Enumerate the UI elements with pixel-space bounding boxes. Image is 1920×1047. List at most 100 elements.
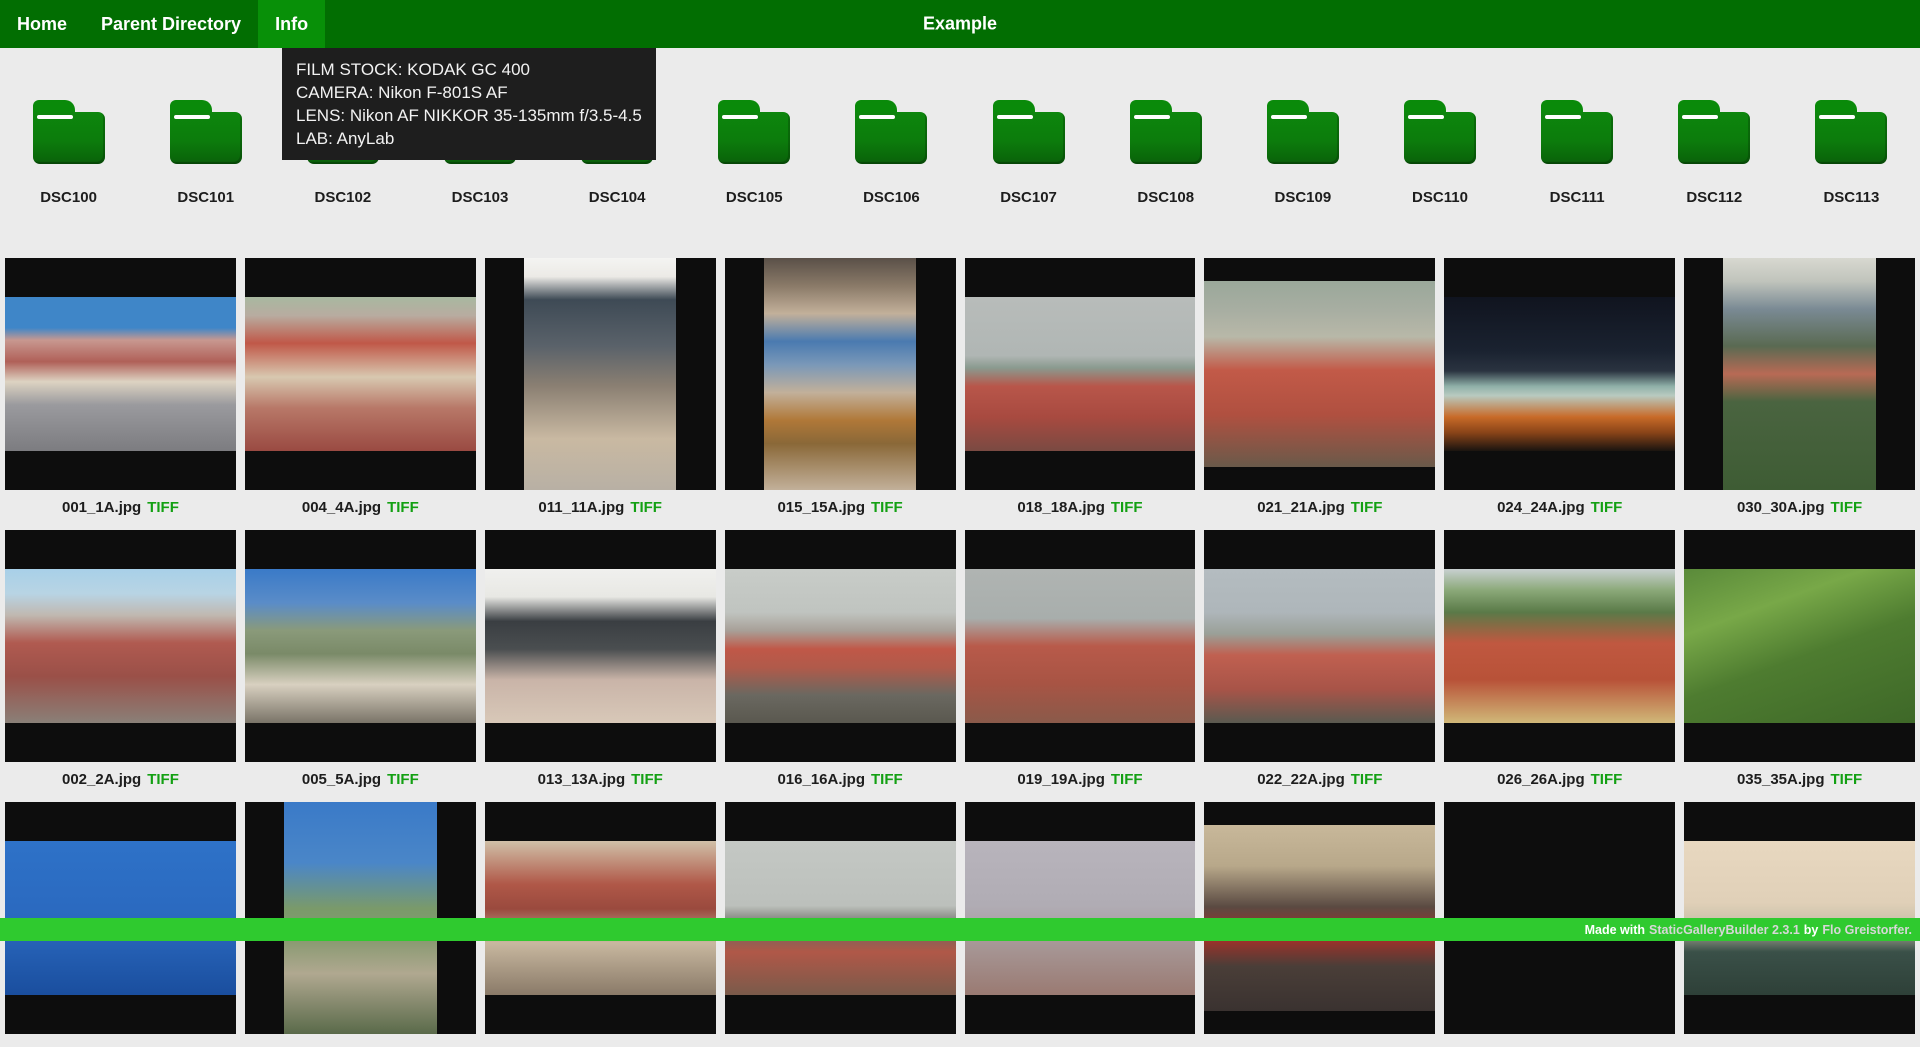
folder-icon — [855, 100, 927, 164]
folder-icon-body — [1404, 112, 1476, 164]
photo-image — [1204, 281, 1435, 467]
photo-thumbnail-004_4A[interactable] — [245, 258, 476, 490]
tiff-link-005_5A[interactable]: TIFF — [387, 771, 419, 788]
photo-thumbnail-005_5A[interactable] — [245, 530, 476, 762]
nav-item-home[interactable]: Home — [0, 0, 84, 48]
photo-image — [1723, 258, 1875, 490]
folder-icon-body — [170, 112, 242, 164]
photo-filename: 030_30A.jpg — [1737, 499, 1825, 516]
photo-thumbnail-011_11A[interactable] — [485, 258, 716, 490]
tiff-link-011_11A[interactable]: TIFF — [630, 499, 662, 516]
folder-DSC101[interactable]: DSC101 — [137, 100, 274, 206]
photo-cell-030_30A: 030_30A.jpg TIFF — [1684, 258, 1915, 530]
tiff-link-022_22A[interactable]: TIFF — [1351, 771, 1383, 788]
photo-cell-002_2A: 002_2A.jpgTIFF — [5, 530, 236, 802]
photo-cell-013_13A: 013_13A.jpg TIFF — [485, 530, 716, 802]
tiff-link-001_1A[interactable]: TIFF — [147, 499, 179, 516]
tiff-link-018_18A[interactable]: TIFF — [1111, 499, 1143, 516]
photo-cell-019_19A: 019_19A.jpgTIFF — [965, 530, 1196, 802]
folder-icon — [718, 100, 790, 164]
photo-thumbnail-035_35A[interactable] — [1684, 530, 1915, 762]
photo-image — [245, 569, 476, 722]
photo-filename: 016_16A.jpg — [777, 771, 865, 788]
photo-filename: 022_22A.jpg — [1257, 771, 1345, 788]
photo-filename: 026_26A.jpg — [1497, 771, 1585, 788]
folder-label: DSC102 — [315, 189, 372, 206]
tiff-link-015_15A[interactable]: TIFF — [871, 499, 903, 516]
tiff-link-035_35A[interactable]: TIFF — [1831, 771, 1863, 788]
nav-item-info[interactable]: Info — [258, 0, 325, 48]
photo-thumbnail-021_21A[interactable] — [1204, 258, 1435, 490]
photo-thumbnail-015_15A[interactable] — [725, 258, 956, 490]
folder-DSC111[interactable]: DSC111 — [1509, 100, 1646, 206]
photo-filename: 013_13A.jpg — [538, 771, 626, 788]
photo-filename: 021_21A.jpg — [1257, 499, 1345, 516]
tiff-link-002_2A[interactable]: TIFF — [147, 771, 179, 788]
folder-label: DSC103 — [452, 189, 509, 206]
photo-thumbnail-022_22A[interactable] — [1204, 530, 1435, 762]
photo-thumbnail-002_2A[interactable] — [5, 530, 236, 762]
photo-thumbnail-018_18A[interactable] — [965, 258, 1196, 490]
photo-cell-018_18A: 018_18A.jpgTIFF — [965, 258, 1196, 530]
photo-image — [965, 297, 1196, 450]
folder-DSC106[interactable]: DSC106 — [823, 100, 960, 206]
photo-thumbnail-001_1A[interactable] — [5, 258, 236, 490]
photo-caption: 011_11A.jpgTIFF — [538, 499, 662, 517]
folder-label: DSC105 — [726, 189, 783, 206]
tiff-link-026_26A[interactable]: TIFF — [1591, 771, 1623, 788]
tiff-link-004_4A[interactable]: TIFF — [387, 499, 419, 516]
tiff-link-019_19A[interactable]: TIFF — [1111, 771, 1143, 788]
folder-DSC113[interactable]: DSC113 — [1783, 100, 1920, 206]
photo-thumbnail-024_24A[interactable] — [1444, 258, 1675, 490]
folder-label: DSC109 — [1275, 189, 1332, 206]
folder-DSC109[interactable]: DSC109 — [1234, 100, 1371, 206]
folder-DSC100[interactable]: DSC100 — [0, 100, 137, 206]
nav-item-parent-directory[interactable]: Parent Directory — [84, 0, 258, 48]
photo-thumbnail-019_19A[interactable] — [965, 530, 1196, 762]
folder-icon-stripe — [722, 115, 758, 119]
photo-caption: 022_22A.jpg TIFF — [1257, 771, 1382, 789]
photo-thumbnail-026_26A[interactable] — [1444, 530, 1675, 762]
footer-builder-link[interactable]: StaticGalleryBuilder 2.3.1 — [1649, 923, 1800, 937]
folder-DSC105[interactable]: DSC105 — [686, 100, 823, 206]
footer-bar: Made with StaticGalleryBuilder 2.3.1 by … — [0, 918, 1920, 941]
folder-icon-body — [718, 112, 790, 164]
photo-caption: 021_21A.jpg TIFF — [1257, 499, 1382, 517]
folder-icon-body — [993, 112, 1065, 164]
folder-icon-body — [33, 112, 105, 164]
folder-icon-body — [1541, 112, 1613, 164]
photo-cell-021_21A: 021_21A.jpg TIFF — [1204, 258, 1435, 530]
folder-label: DSC111 — [1550, 189, 1605, 206]
tiff-link-024_24A[interactable]: TIFF — [1591, 499, 1623, 516]
photo-caption: 019_19A.jpgTIFF — [1017, 771, 1142, 789]
tiff-link-021_21A[interactable]: TIFF — [1351, 499, 1383, 516]
photo-caption: 026_26A.jpg TIFF — [1497, 771, 1622, 789]
folder-DSC110[interactable]: DSC110 — [1371, 100, 1508, 206]
photo-image — [1444, 569, 1675, 722]
folder-DSC107[interactable]: DSC107 — [960, 100, 1097, 206]
folder-icon-stripe — [1819, 115, 1855, 119]
folder-DSC112[interactable]: DSC112 — [1646, 100, 1783, 206]
folder-label: DSC101 — [177, 189, 234, 206]
folder-icon-stripe — [1682, 115, 1718, 119]
tiff-link-016_16A[interactable]: TIFF — [871, 771, 903, 788]
folder-DSC108[interactable]: DSC108 — [1097, 100, 1234, 206]
info-tooltip-line: FILM STOCK: KODAK GC 400 — [296, 58, 642, 81]
folder-label: DSC112 — [1686, 189, 1742, 206]
tiff-link-013_13A[interactable]: TIFF — [631, 771, 663, 788]
photo-thumbnail-013_13A[interactable] — [485, 530, 716, 762]
tiff-link-030_30A[interactable]: TIFF — [1831, 499, 1863, 516]
footer-author-link[interactable]: Flo Greistorfer. — [1822, 923, 1912, 937]
photo-caption: 024_24A.jpgTIFF — [1497, 499, 1622, 517]
photo-thumbnail-016_16A[interactable] — [725, 530, 956, 762]
photo-caption: 013_13A.jpg TIFF — [538, 771, 663, 789]
photo-image — [764, 258, 916, 490]
folder-icon-body — [1815, 112, 1887, 164]
photo-cell-011_11A: 011_11A.jpgTIFF — [485, 258, 716, 530]
info-tooltip-line: LENS: Nikon AF NIKKOR 35-135mm f/3.5-4.5 — [296, 104, 642, 127]
photo-image — [725, 569, 956, 722]
page-title: Example — [923, 14, 997, 35]
photo-thumbnail-030_30A[interactable] — [1684, 258, 1915, 490]
photo-filename: 035_35A.jpg — [1737, 771, 1825, 788]
photo-caption: 015_15A.jpgTIFF — [777, 499, 902, 517]
